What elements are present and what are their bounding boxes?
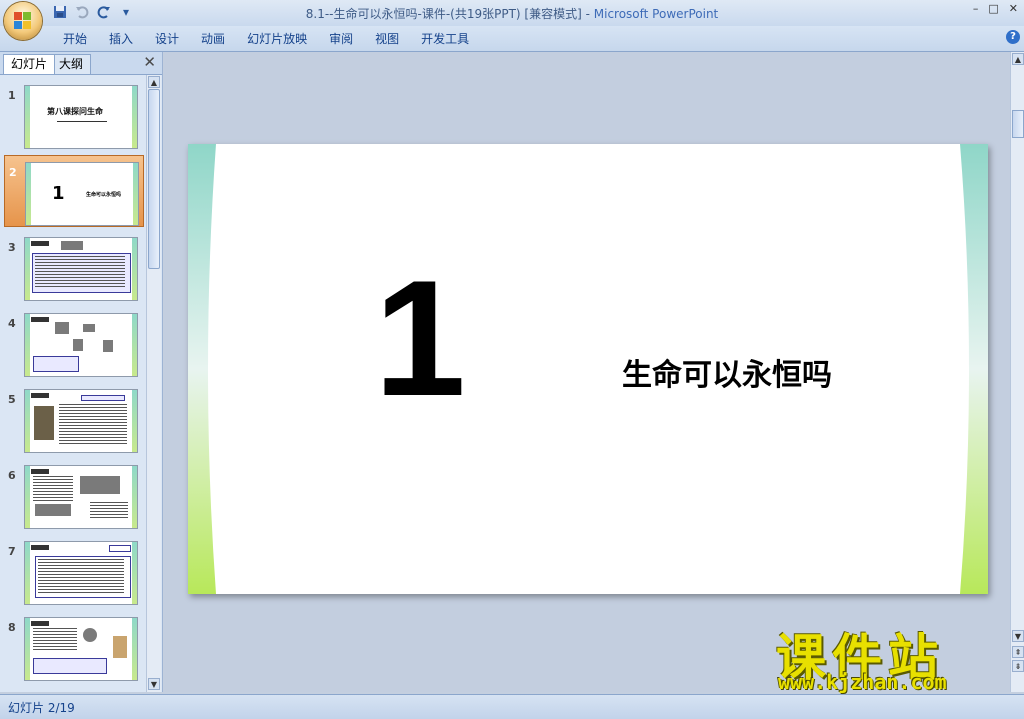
slide-thumbnail-3[interactable]: 3 <box>4 231 142 301</box>
scroll-down-arrow-icon[interactable]: ▼ <box>148 678 160 690</box>
tab-slides[interactable]: 幻灯片 <box>3 54 56 74</box>
tab-insert[interactable]: 插入 <box>98 31 144 47</box>
current-slide[interactable]: 1 生命可以永恒吗 <box>188 144 988 594</box>
slide-thumbnail-1[interactable]: 1 第八课探问生命 <box>4 79 142 149</box>
help-icon[interactable]: ? <box>1006 30 1020 44</box>
slide-title: 生命可以永恒吗 <box>622 358 832 393</box>
pane-tabs: 幻灯片 大纲 ✕ <box>0 52 162 75</box>
thumbnail-image <box>24 617 138 681</box>
tab-outline[interactable]: 大纲 <box>51 54 92 74</box>
tab-review[interactable]: 审阅 <box>318 31 364 47</box>
slide-number: 8 <box>8 621 16 634</box>
slide-number: 1 <box>8 89 16 102</box>
scroll-thumb[interactable] <box>1012 110 1024 138</box>
thumbnail-subtitle: 生命可以永恒吗 <box>86 192 122 198</box>
tab-design[interactable]: 设计 <box>144 31 190 47</box>
office-button[interactable] <box>4 2 42 40</box>
scroll-thumb[interactable] <box>148 89 160 269</box>
slide-thumbnail-8[interactable]: 8 <box>4 611 142 681</box>
thumbnail-image <box>24 389 138 453</box>
office-logo-icon <box>14 12 32 30</box>
tab-home[interactable]: 开始 <box>52 31 98 47</box>
status-bar: 幻灯片 2/19 <box>0 694 1024 719</box>
slide-thumbnail-6[interactable]: 6 <box>4 459 142 529</box>
watermark: 课件站 www.kjzhan.com <box>772 618 1008 694</box>
slide-thumbnail-4[interactable]: 4 <box>4 307 142 377</box>
thumbnail-image <box>24 237 138 301</box>
slide-number: 3 <box>8 241 16 254</box>
restore-button[interactable]: □ <box>988 2 998 15</box>
thumbnail-title: 第八课探问生命 <box>47 107 103 116</box>
slide-thumbnail-7[interactable]: 7 <box>4 535 142 605</box>
next-slide-icon[interactable]: ⇟ <box>1012 660 1024 672</box>
thumbnail-image <box>24 465 138 529</box>
thumbnail-image: 第八课探问生命 <box>24 85 138 149</box>
tab-slideshow[interactable]: 幻灯片放映 <box>236 31 318 47</box>
thumbnail-image <box>24 313 138 377</box>
slide-number: 6 <box>8 469 16 482</box>
thumbnail-scrollbar[interactable]: ▲ ▼ <box>146 75 161 692</box>
close-button[interactable]: ✕ <box>1009 2 1018 15</box>
slide-number: 5 <box>8 393 16 406</box>
slide-border-decoration <box>188 144 988 594</box>
tab-view[interactable]: 视图 <box>364 31 410 47</box>
previous-slide-icon[interactable]: ⇞ <box>1012 646 1024 658</box>
scroll-up-arrow-icon[interactable]: ▲ <box>1012 53 1024 65</box>
ribbon-tabs: 开始 插入 设计 动画 幻灯片放映 审阅 视图 开发工具 <box>52 31 480 47</box>
slide-number: 7 <box>8 545 16 558</box>
document-title: 8.1--生命可以永恒吗-课件-(共19张PPT) [兼容模式] <box>305 7 582 21</box>
scroll-up-arrow-icon[interactable]: ▲ <box>148 76 160 88</box>
watermark-url: www.kjzhan.com <box>778 670 947 694</box>
window-controls: – □ ✕ <box>973 2 1018 15</box>
slide-thumbnail-5[interactable]: 5 <box>4 383 142 453</box>
thumbnail-image: 1 生命可以永恒吗 <box>25 162 139 226</box>
window-title: 8.1--生命可以永恒吗-课件-(共19张PPT) [兼容模式] - Micro… <box>0 5 1024 22</box>
scroll-down-arrow-icon[interactable]: ▼ <box>1012 630 1024 642</box>
slide-number: 4 <box>8 317 16 330</box>
slide-counter: 幻灯片 2/19 <box>8 701 75 715</box>
slide-thumbnail-list: 1 第八课探问生命 2 1 生命可以永恒吗 3 4 5 6 7 8 <box>0 75 146 692</box>
slide-section-number: 1 <box>374 246 466 430</box>
minimize-button[interactable]: – <box>973 2 979 15</box>
slide-number: 2 <box>9 166 17 179</box>
thumbnail-number: 1 <box>52 183 65 204</box>
title-bar: ▾ 8.1--生命可以永恒吗-课件-(共19张PPT) [兼容模式] - Mic… <box>0 0 1024 26</box>
main-scrollbar[interactable]: ▲ ▼ ⇞ ⇟ <box>1010 52 1024 692</box>
title-separator: - <box>581 7 594 21</box>
tab-developer[interactable]: 开发工具 <box>410 31 480 47</box>
ribbon: 开始 插入 设计 动画 幻灯片放映 审阅 视图 开发工具 ? <box>0 26 1024 52</box>
pane-close-button[interactable]: ✕ <box>143 53 156 71</box>
app-name: Microsoft PowerPoint <box>593 7 719 21</box>
slides-pane: 幻灯片 大纲 ✕ 1 第八课探问生命 2 1 生命可以永恒吗 3 4 5 6 7… <box>0 52 163 692</box>
tab-animations[interactable]: 动画 <box>190 31 236 47</box>
slide-thumbnail-2[interactable]: 2 1 生命可以永恒吗 <box>4 155 144 227</box>
thumbnail-image <box>24 541 138 605</box>
